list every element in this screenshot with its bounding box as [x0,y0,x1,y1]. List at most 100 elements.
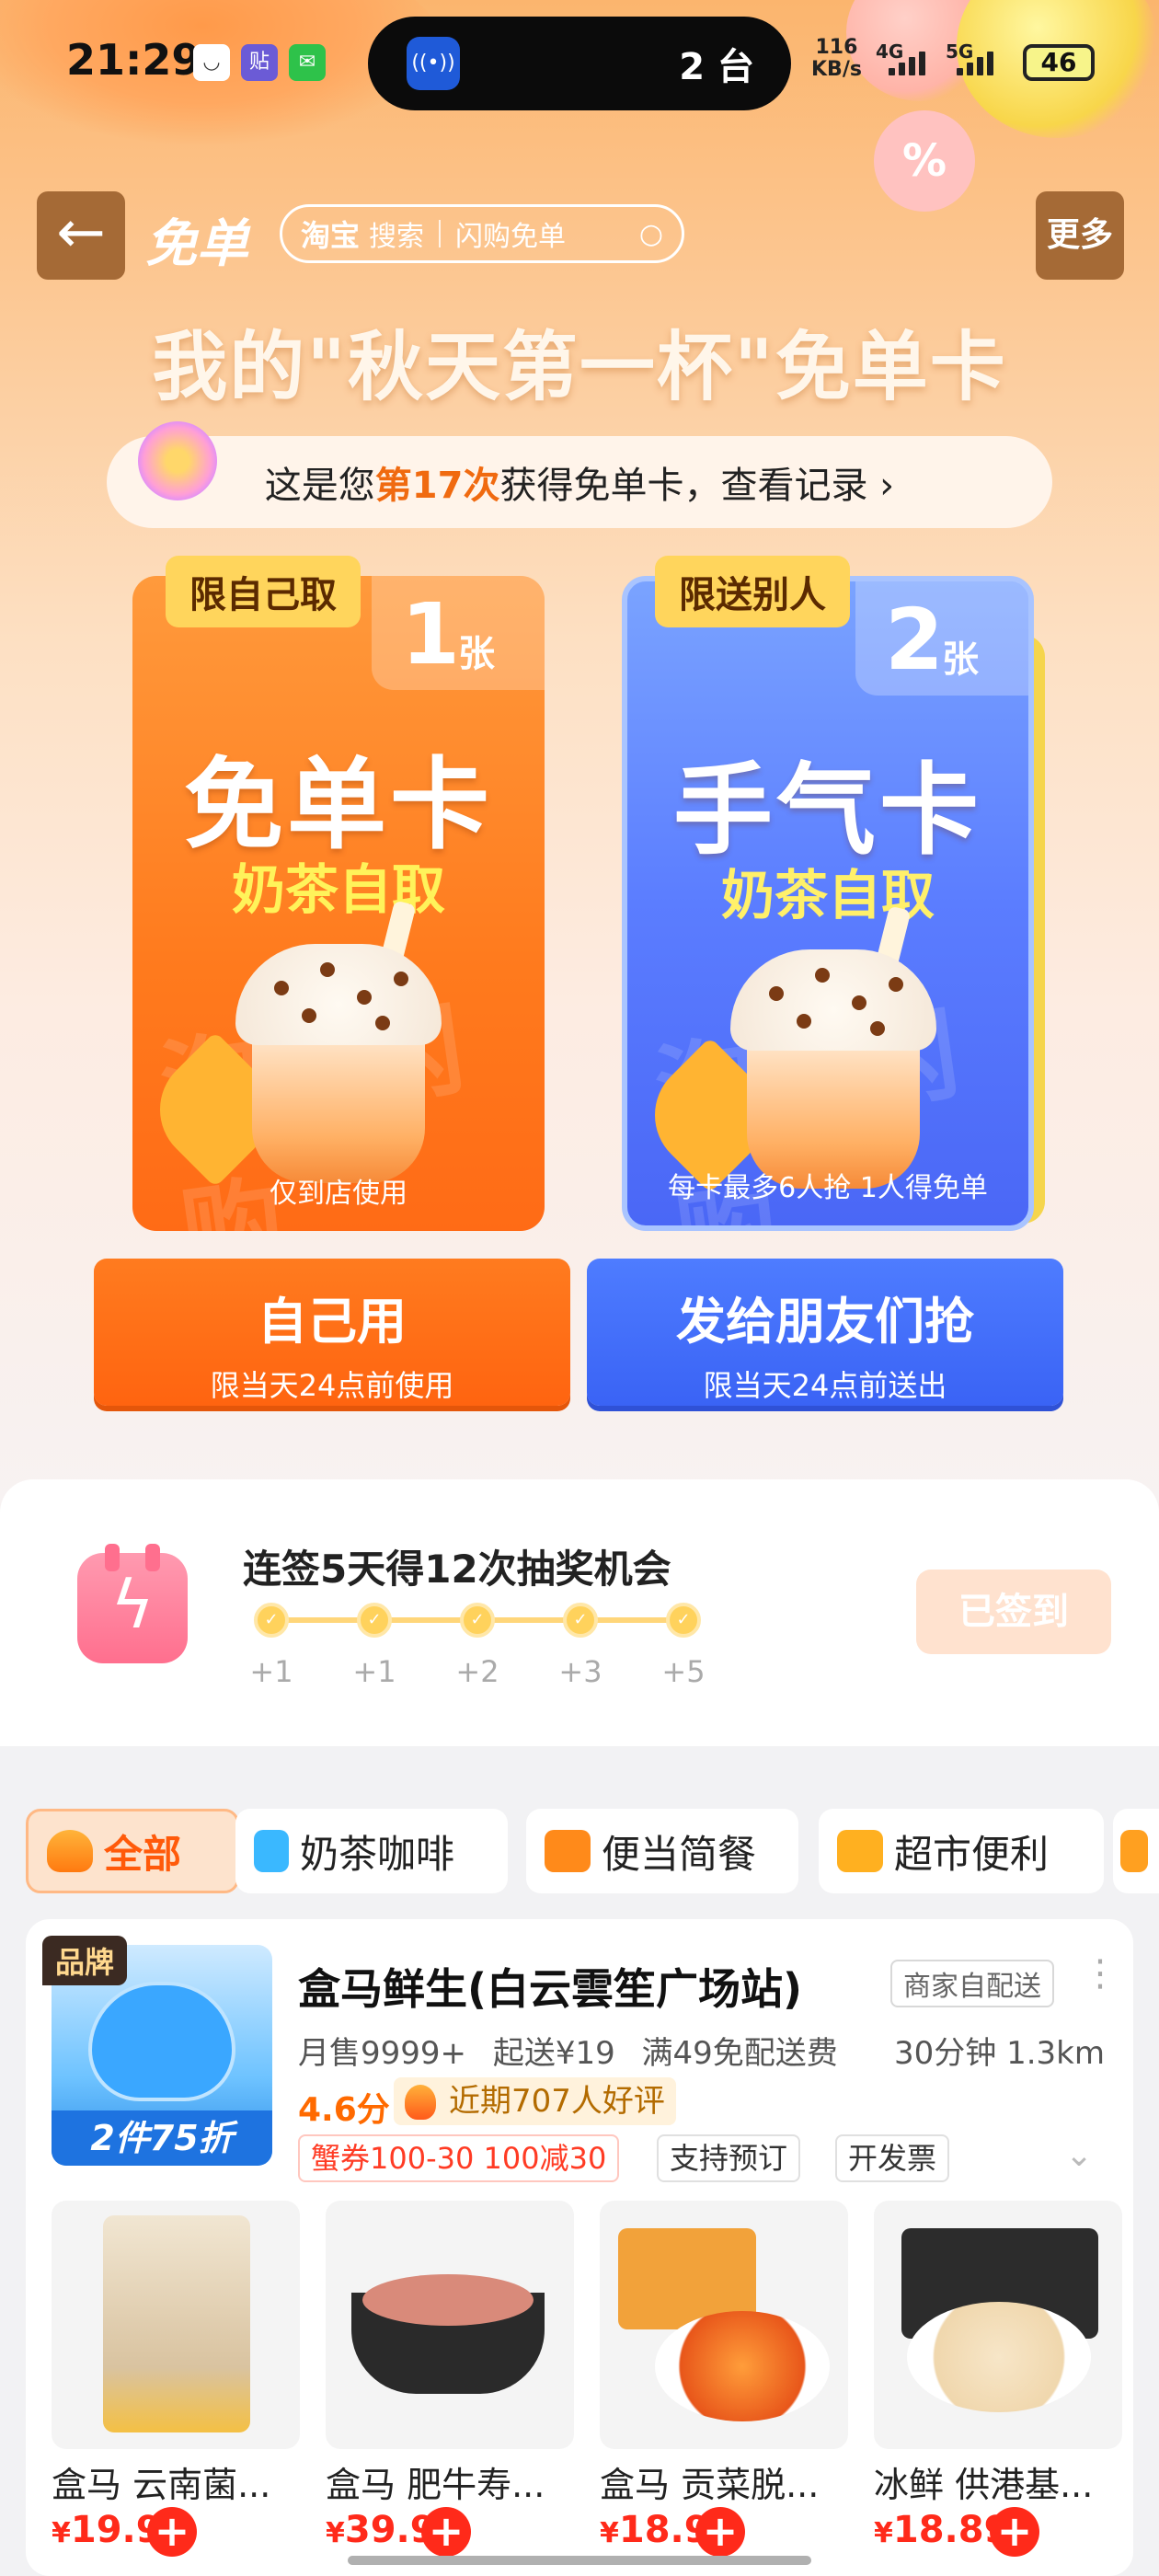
hero-title: 我的"秋天第一杯"免单卡 [152,324,1007,411]
more-vertical-icon[interactable]: ⋮ [1082,1955,1119,1992]
status-bar: 21:29 ◡ 贴 ✉ ((•)) 2 台 116 KB/s 4G 5G 46 [0,0,1159,120]
signin-check-icon: ✓ [254,1603,289,1638]
store-promo: 2件75折 [52,2110,272,2166]
product-name: 盒马 肥牛寿... [326,2465,545,2505]
product-image [326,2201,574,2449]
divider [439,220,442,247]
search-bar[interactable]: 淘宝 搜索 闪购免单 ○ [280,204,684,263]
monthly-sales: 月售9999+ [298,2035,467,2072]
product-card[interactable]: 冰鲜 供港基... ¥18.89 + [874,2201,1122,2557]
signin-step-label: +1 [249,1654,293,1689]
review-text: 近期707人好评 [449,2083,665,2120]
network-speed-unit: KB/s [811,58,862,81]
share-friends-button[interactable]: 发给朋友们抢 限当天24点前送出 [587,1259,1063,1406]
hippo-mascot-icon [88,1982,235,2101]
brand-badge: 品牌 [42,1936,128,1985]
product-card[interactable]: 盒马 肥牛寿... ¥39.9 + [326,2201,574,2557]
free-order-card[interactable]: 淘宝闪购 1 张 免单卡 奶茶自取 仅到店使用 [132,576,545,1231]
add-to-cart-button[interactable]: + [421,2507,471,2557]
button-subtitle: 限当天24点前使用 [210,1368,454,1403]
product-card[interactable]: 盒马 云南菌... ¥19.9 + [52,2201,300,2557]
record-text-pre: 这是您 [264,465,375,507]
signin-step-label: +1 [352,1654,396,1689]
record-link[interactable]: 这是您 第17次 获得免单卡，查看记录 › [107,436,1052,528]
store-icon [837,1830,883,1872]
coupon-tag[interactable]: 蟹券100-30 100减30 [298,2134,620,2182]
home-indicator[interactable] [348,2556,811,2565]
category-label: 全部 [104,1831,182,1877]
category-tab-more[interactable] [1113,1809,1159,1893]
button-title: 发给朋友们抢 [676,1293,974,1351]
signin-check-icon: ✓ [666,1603,701,1638]
delivery-eta: 30分钟 1.3km [894,2035,1105,2072]
lightning-icon: ϟ [110,1566,155,1643]
lucky-card[interactable]: 淘宝闪购 2 张 手气卡 奶茶自取 每卡最多6人抢 1人得免单 [622,576,1034,1231]
signin-step-label: +2 [455,1654,499,1689]
mushroom-pack-image [103,2215,250,2432]
category-tab-milk-tea[interactable]: 奶茶咖啡 [235,1809,508,1893]
product-image [874,2201,1122,2449]
network-speed: 116 KB/s [811,37,862,81]
milk-tea-cup-icon [730,905,936,1189]
category-tab-bento[interactable]: 便当简餐 [526,1809,798,1893]
wechat-icon: ✉ [289,44,326,81]
signin-check-icon: ✓ [460,1603,495,1638]
app-notification-icon: 贴 [241,44,278,81]
product-price: ¥39.9 + [326,2507,574,2557]
product-card[interactable]: 盒马 贡菜脱... ¥18.9 + [600,2201,848,2557]
product-name: 盒马 贡菜脱... [600,2465,820,2505]
category-label: 奶茶咖啡 [300,1831,455,1877]
card-footnote: 仅到店使用 [270,1178,407,1210]
bento-icon [545,1830,591,1872]
notification-icon: ◡ [193,44,230,81]
product-image [52,2201,300,2449]
add-to-cart-button[interactable]: + [990,2507,1039,2557]
currency-symbol: ¥ [52,2517,71,2549]
delivery-type-badge: 商家自配送 [890,1960,1054,2007]
product-price: ¥18.9 + [600,2507,848,2557]
back-button[interactable]: ← [37,191,125,280]
calendar-icon: ϟ [77,1544,188,1663]
search-icon[interactable]: ○ [639,218,663,250]
signin-step-label: +5 [661,1654,706,1689]
cup-icon [254,1830,289,1872]
store-name: 盒马鲜生(白云雲笙广场站) [298,1964,803,2014]
free-delivery: 满49免配送费 [641,2035,838,2072]
category-tab-all[interactable]: 全部 [26,1809,239,1893]
button-title: 自己用 [258,1293,407,1351]
card-count: 2 张 [855,581,1028,696]
card-tag: 限送别人 [655,556,850,627]
magic-wand-icon [138,421,217,500]
min-order: 起送¥19 [492,2035,615,2072]
signin-title: 连签5天得12次抽奖机会 [243,1547,671,1592]
fire-icon [405,2085,436,2120]
store-rating: 4.6分 [298,2091,390,2129]
search-brand: 淘宝 [301,218,361,253]
product-price: ¥19.9 + [52,2507,300,2557]
beef-slices-image [362,2274,534,2326]
milk-tea-cup-icon [235,900,442,1183]
product-image [600,2201,848,2449]
add-to-cart-button[interactable]: + [695,2507,745,2557]
page-title: 免单 [145,214,248,274]
category-tab-supermarket[interactable]: 超市便利 [819,1809,1104,1893]
dynamic-island[interactable]: ((•)) 2 台 [368,17,791,110]
card-subtitle: 奶茶自取 [720,864,935,926]
currency-symbol: ¥ [326,2517,345,2549]
island-text: 2 台 [679,46,754,88]
search-label: 搜索 [369,221,425,253]
more-button[interactable]: 更多 [1036,191,1124,280]
store-meta: 月售9999+ 起送¥19 满49免配送费 [298,2028,855,2073]
signed-in-button[interactable]: 已签到 [916,1570,1111,1654]
chevron-down-icon[interactable]: ⌄ [1065,2136,1093,2174]
arrow-left-icon: ← [56,199,106,267]
product-price: ¥18.89 + [874,2507,1122,2557]
signal-bars-icon [889,52,925,75]
signal-bars-icon [957,52,993,75]
signin-check-icon: ✓ [563,1603,598,1638]
category-label: 超市便利 [894,1831,1050,1877]
use-self-button[interactable]: 自己用 限当天24点前使用 [94,1259,570,1406]
add-to-cart-button[interactable]: + [147,2507,197,2557]
currency-symbol: ¥ [600,2517,619,2549]
service-tag: 开发票 [835,2134,950,2182]
